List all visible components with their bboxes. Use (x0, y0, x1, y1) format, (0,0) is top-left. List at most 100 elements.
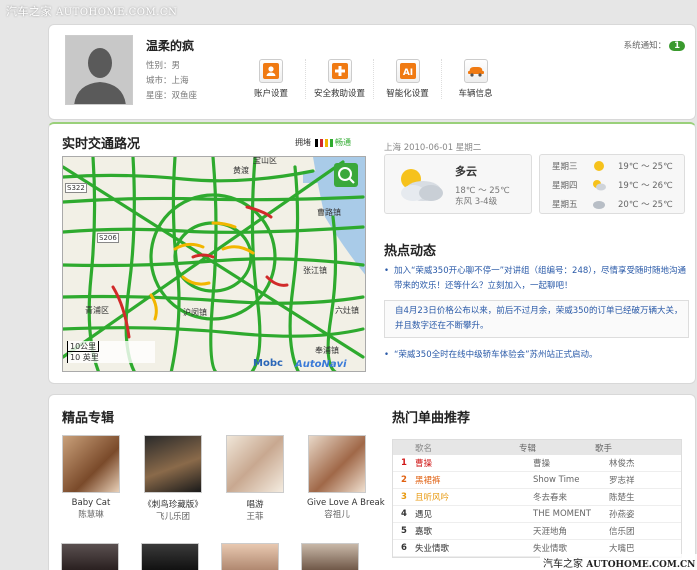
profile-panel: 温柔的疯 性别：男 城市：上海 星座：双鱼座 系统通知： 1 账户设置 安全救助设… (48, 24, 696, 120)
album-cover[interactable] (221, 543, 279, 570)
map-scale: 10公里 10 英里 (67, 341, 155, 363)
user-info: 性别：男 城市：上海 星座：双鱼座 (146, 59, 197, 104)
vehicle-info-button[interactable]: 车辆信息 (441, 59, 509, 99)
song-rank: 6 (401, 543, 407, 553)
album-artist[interactable]: 飞儿乐团 (143, 510, 203, 522)
weather-forecast: 星期三 19℃ ～ 25℃ 星期四 19℃ ～ 26℃ 星期五 20℃ ～ 25… (539, 154, 685, 214)
legend-swatch-red (320, 138, 323, 147)
album-cover[interactable] (62, 435, 120, 493)
traffic-map[interactable]: 宝山区 黄渡 S322 S206 青浦区 曹路镇 张江镇 六灶镇 奉浦镇 沪闵镇… (62, 156, 366, 372)
album-item[interactable]: 《刺鸟珍藏版》 飞儿乐团 (143, 435, 203, 522)
map-label: 曹路镇 (317, 208, 341, 217)
album-item[interactable]: Baby Cat 陈慧琳 (61, 435, 121, 522)
notify-label: 系统通知： (623, 41, 667, 51)
news-item[interactable]: 加入“荣威350开心聊不停一”对讲组（组编号：248），尽情享受随时随地沟通带来… (384, 264, 689, 294)
song-row[interactable]: 1 曹操 曹操 林俊杰 (393, 455, 681, 472)
album-cover[interactable] (61, 543, 119, 570)
song-album[interactable]: 天涯地角 (533, 525, 609, 537)
safety-rescue-button[interactable]: 安全救助设置 (305, 59, 373, 99)
news-item[interactable]: 自4月23日价格公布以来，前后不过月余，荣威350的订单已经破万辆大关，并且数字… (384, 300, 689, 338)
map-label: S322 (65, 183, 87, 193)
album-cover[interactable] (226, 435, 284, 493)
map-logo-autonavi: AutoNavi (295, 359, 347, 370)
watermark-url: AUTOHOME.COM.CN (56, 7, 178, 18)
album-cover[interactable] (301, 543, 359, 570)
song-album[interactable]: 曹操 (533, 457, 609, 469)
traffic-legend: 拥堵 畅通 (295, 137, 351, 148)
legend-swatch-yellow (325, 138, 328, 147)
album-list-row2 (61, 543, 359, 570)
song-name[interactable]: 且听风吟 (407, 491, 533, 503)
album-item[interactable]: Give Love A Break 容祖儿 (307, 435, 385, 522)
legend-jam-label: 拥堵 (295, 138, 311, 147)
watermark-url: AUTOHOME.COM.CN (586, 560, 696, 570)
song-name[interactable]: 黑裙裤 (407, 474, 533, 486)
album-artist[interactable]: 容祖儿 (307, 508, 367, 520)
news-list: 加入“荣威350开心聊不停一”对讲组（组编号：248），尽情享受随时随地沟通带来… (384, 264, 689, 363)
song-album[interactable]: 失业情歌 (533, 542, 609, 554)
album-cover[interactable] (141, 543, 199, 570)
map-label: 六灶镇 (335, 306, 359, 315)
map-label: 黄渡 (233, 166, 249, 175)
albums-title: 精品专辑 (62, 411, 115, 426)
album-title[interactable]: 《刺鸟珍藏版》 (143, 498, 203, 510)
header-song: 歌名 (415, 443, 433, 454)
account-settings-label: 账户设置 (253, 89, 288, 99)
smart-settings-button[interactable]: AI 智能化设置 (373, 59, 441, 99)
song-name[interactable]: 嘉歌 (407, 525, 533, 537)
song-row[interactable]: 2 黑裙裤 Show Time 罗志祥 (393, 472, 681, 489)
notify-badge[interactable]: 1 (669, 41, 685, 51)
account-settings-button[interactable]: 账户设置 (237, 59, 305, 99)
song-row[interactable]: 4 遇见 THE MOMENT 孙燕姿 (393, 506, 681, 523)
news-item[interactable]: “荣威350全时在线中级轿车体验会”苏州站正式启动。 (384, 348, 689, 363)
username: 温柔的疯 (146, 39, 195, 53)
ai-icon: AI (395, 59, 420, 83)
song-album[interactable]: 冬去春来 (533, 491, 609, 503)
album-title[interactable]: Give Love A Break (307, 498, 385, 508)
song-name[interactable]: 遇见 (407, 508, 533, 520)
weather-today-cond: 多云 (455, 165, 477, 178)
sunny-icon (588, 160, 610, 172)
legend-swatch-green (330, 138, 333, 147)
album-cover[interactable] (144, 435, 202, 493)
album-item[interactable]: 唱游 王菲 (225, 435, 285, 522)
song-artist[interactable]: 信乐团 (609, 525, 669, 537)
album-title[interactable]: 唱游 (225, 498, 285, 510)
forecast-day: 星期三 (552, 161, 578, 172)
song-artist[interactable]: 大嘴巴 (609, 542, 669, 554)
header-artist: 歌手 (595, 443, 613, 454)
svg-text:AI: AI (402, 68, 412, 78)
song-album[interactable]: Show Time (533, 475, 609, 485)
map-scale-km: 10公里 (67, 341, 99, 352)
album-cover[interactable] (308, 435, 366, 493)
song-artist[interactable]: 林俊杰 (609, 457, 669, 469)
song-rank: 1 (401, 458, 407, 468)
song-row[interactable]: 5 嘉歌 天涯地角 信乐团 (393, 523, 681, 540)
avatar[interactable] (65, 35, 133, 105)
song-artist[interactable]: 孙燕姿 (609, 508, 669, 520)
song-artist[interactable]: 罗志祥 (609, 474, 669, 486)
album-artist[interactable]: 陈慧琳 (61, 508, 121, 520)
song-name[interactable]: 失业情歌 (407, 542, 533, 554)
song-name[interactable]: 曹操 (407, 457, 533, 469)
legend-clear-label: 畅通 (335, 138, 351, 147)
cloudy-sun-icon (401, 169, 443, 201)
map-label: 青浦区 (85, 306, 109, 315)
header-album: 专辑 (519, 443, 537, 454)
vehicle-info-label: 车辆信息 (458, 89, 493, 99)
song-rank: 2 (401, 475, 407, 485)
album-artist[interactable]: 王菲 (225, 510, 285, 522)
user-gender: 性别：男 (146, 61, 181, 71)
album-list: Baby Cat 陈慧琳 《刺鸟珍藏版》 飞儿乐团 唱游 王菲 Give Lov… (61, 435, 385, 522)
system-notify[interactable]: 系统通知： 1 (624, 39, 685, 51)
map-label: 张江镇 (303, 266, 327, 275)
song-row[interactable]: 3 且听风吟 冬去春来 陈楚生 (393, 489, 681, 506)
album-title[interactable]: Baby Cat (61, 498, 121, 508)
traffic-panel: 实时交通路况 拥堵 畅通 宝山区 黄渡 S322 S206 青浦区 曹路镇 张江… (48, 122, 696, 384)
song-artist[interactable]: 陈楚生 (609, 491, 669, 503)
song-table-header: 歌名 专辑 歌手 (393, 440, 681, 455)
legend-swatch-black (315, 138, 318, 147)
user-sign: 星座：双鱼座 (146, 91, 198, 101)
map-logo-mobc: Mobc (253, 358, 283, 369)
song-album[interactable]: THE MOMENT (533, 509, 609, 519)
